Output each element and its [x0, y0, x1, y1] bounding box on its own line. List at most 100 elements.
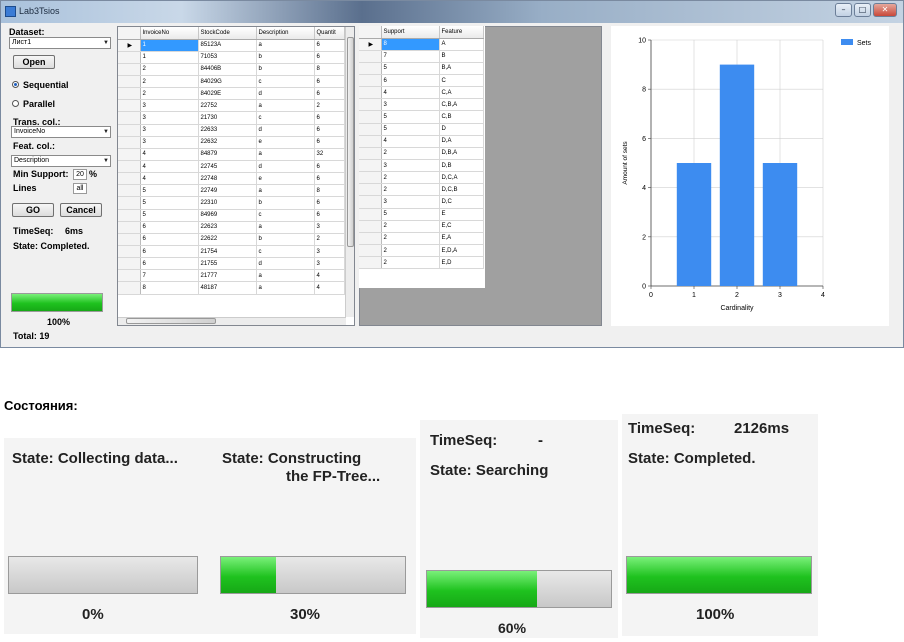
table-cell[interactable]: 2 [140, 87, 199, 101]
table-cell[interactable]: 2 [314, 233, 345, 247]
table-cell[interactable]: b [256, 233, 315, 247]
table-cell[interactable]: E,D,A [439, 244, 484, 258]
table-cell[interactable]: 3 [140, 136, 199, 149]
table-row[interactable]: 3 22632 e 6 [118, 136, 345, 149]
table-row[interactable]: 7B [359, 50, 484, 63]
table-cell[interactable]: 84029G [198, 75, 257, 89]
table-cell[interactable]: 5 [381, 62, 440, 76]
row-header[interactable] [118, 87, 141, 101]
row-header[interactable] [359, 74, 382, 88]
table-cell[interactable]: D,C,B [439, 183, 484, 197]
table-row[interactable]: ▶ 8 A [359, 38, 484, 51]
table-cell[interactable]: D [439, 123, 484, 136]
table-cell[interactable]: 4 [314, 281, 345, 295]
table-cell[interactable]: C,A [439, 86, 484, 100]
table-cell[interactable]: 21755 [198, 257, 257, 271]
table-row[interactable]: 3 D,C [359, 195, 484, 209]
table-cell[interactable]: E,A [439, 232, 484, 246]
title-bar[interactable]: Lab3Tsios – □ ✕ [1, 1, 903, 23]
table-cell[interactable]: 6 [314, 209, 345, 222]
results-grid-column-header[interactable]: Support [381, 26, 440, 39]
data-grid-column-header[interactable]: InvoiceNo [140, 27, 199, 40]
row-header[interactable] [359, 256, 382, 270]
table-cell[interactable]: 21777 [198, 269, 257, 283]
row-header[interactable] [359, 220, 382, 233]
table-cell[interactable]: c [256, 245, 315, 259]
table-row[interactable]: 3 21730 c 6 [118, 111, 345, 125]
table-cell[interactable]: 6 [314, 111, 345, 125]
row-header[interactable] [359, 232, 382, 246]
table-row[interactable]: 2 E,C [359, 220, 484, 233]
row-header[interactable] [359, 98, 382, 112]
table-cell[interactable]: C,B,A [439, 98, 484, 112]
table-cell[interactable]: 2 [381, 220, 440, 233]
cancel-button[interactable]: Cancel [60, 203, 102, 217]
table-cell[interactable]: 85123A [198, 39, 257, 52]
row-header[interactable] [118, 184, 141, 198]
results-grid[interactable]: Support Feature ▶ 8 A 7 B 5 B,A 6 C 4 C,A 3 C,B,A 5 C,B… [359, 26, 485, 288]
table-cell[interactable]: 48187 [198, 281, 257, 295]
table-cell[interactable]: d [256, 160, 315, 174]
table-row[interactable]: 5 84969 c 6 [118, 209, 345, 222]
row-header[interactable] [118, 160, 141, 174]
table-cell[interactable]: 3 [140, 111, 199, 125]
row-header[interactable] [118, 99, 141, 113]
table-cell[interactable]: B,A [439, 62, 484, 76]
table-cell[interactable]: 6 [140, 233, 199, 247]
table-cell[interactable]: 2 [314, 99, 345, 113]
row-header[interactable] [118, 257, 141, 271]
table-cell[interactable]: 6 [314, 51, 345, 64]
data-grid-column-header[interactable]: StockCode [198, 27, 257, 40]
table-row[interactable]: 4 22748 e 6 [118, 172, 345, 186]
scroll-thumb[interactable] [126, 318, 216, 324]
results-grid-column-header[interactable]: Feature [439, 26, 484, 39]
table-cell[interactable]: 5 [381, 110, 440, 124]
row-header[interactable] [118, 245, 141, 259]
table-cell[interactable]: 6 [314, 196, 345, 210]
table-cell[interactable]: 84029E [198, 87, 257, 101]
sequential-radio[interactable] [12, 81, 19, 88]
table-row[interactable]: 2 84029G c 6 [118, 75, 345, 89]
table-cell[interactable]: 6 [314, 160, 345, 174]
table-row[interactable]: ▶ 1 85123A a 6 [118, 39, 345, 52]
table-cell[interactable]: 2 [140, 63, 199, 77]
table-cell[interactable]: 5 [140, 196, 199, 210]
table-row[interactable]: 8 48187 a 4 [118, 281, 345, 295]
feat-col-select[interactable]: Description ▼ [11, 155, 111, 167]
table-cell[interactable]: 84879 [198, 148, 257, 162]
table-row[interactable]: 2 D,B,A [359, 147, 484, 161]
table-cell[interactable]: E,D [439, 256, 484, 270]
table-row[interactable]: 3 C,B,A [359, 98, 484, 112]
row-header[interactable] [118, 136, 141, 149]
table-row[interactable]: 5E [359, 208, 484, 221]
open-button[interactable]: Open [13, 55, 55, 69]
table-cell[interactable]: 22745 [198, 160, 257, 174]
parallel-radio[interactable] [12, 100, 19, 107]
table-cell[interactable]: 21754 [198, 245, 257, 259]
table-cell[interactable]: 8 [140, 281, 199, 295]
table-row[interactable]: 4 D,A [359, 135, 484, 148]
table-cell[interactable]: 7 [381, 50, 440, 63]
table-cell[interactable]: 6 [314, 172, 345, 186]
table-row[interactable]: 2 E,D,A [359, 244, 484, 258]
table-cell[interactable]: e [256, 172, 315, 186]
table-cell[interactable]: 2 [381, 256, 440, 270]
table-cell[interactable]: a [256, 269, 315, 283]
table-cell[interactable]: 22748 [198, 172, 257, 186]
table-cell[interactable]: 7 [140, 269, 199, 283]
table-cell[interactable]: c [256, 209, 315, 222]
table-row[interactable]: 6 21755 d 3 [118, 257, 345, 271]
row-header[interactable] [118, 111, 141, 125]
table-cell[interactable]: a [256, 99, 315, 113]
table-row[interactable]: 5 B,A [359, 62, 484, 76]
row-header[interactable] [118, 124, 141, 137]
data-grid-hscroll[interactable] [118, 317, 346, 325]
table-cell[interactable]: c [256, 75, 315, 89]
table-row[interactable]: 2 E,D [359, 256, 484, 270]
table-cell[interactable]: 22633 [198, 124, 257, 137]
table-cell[interactable]: 2 [381, 232, 440, 246]
table-cell[interactable]: 4 [381, 86, 440, 100]
table-cell[interactable]: 3 [314, 257, 345, 271]
table-cell[interactable]: 4 [140, 148, 199, 162]
row-header[interactable] [359, 244, 382, 258]
